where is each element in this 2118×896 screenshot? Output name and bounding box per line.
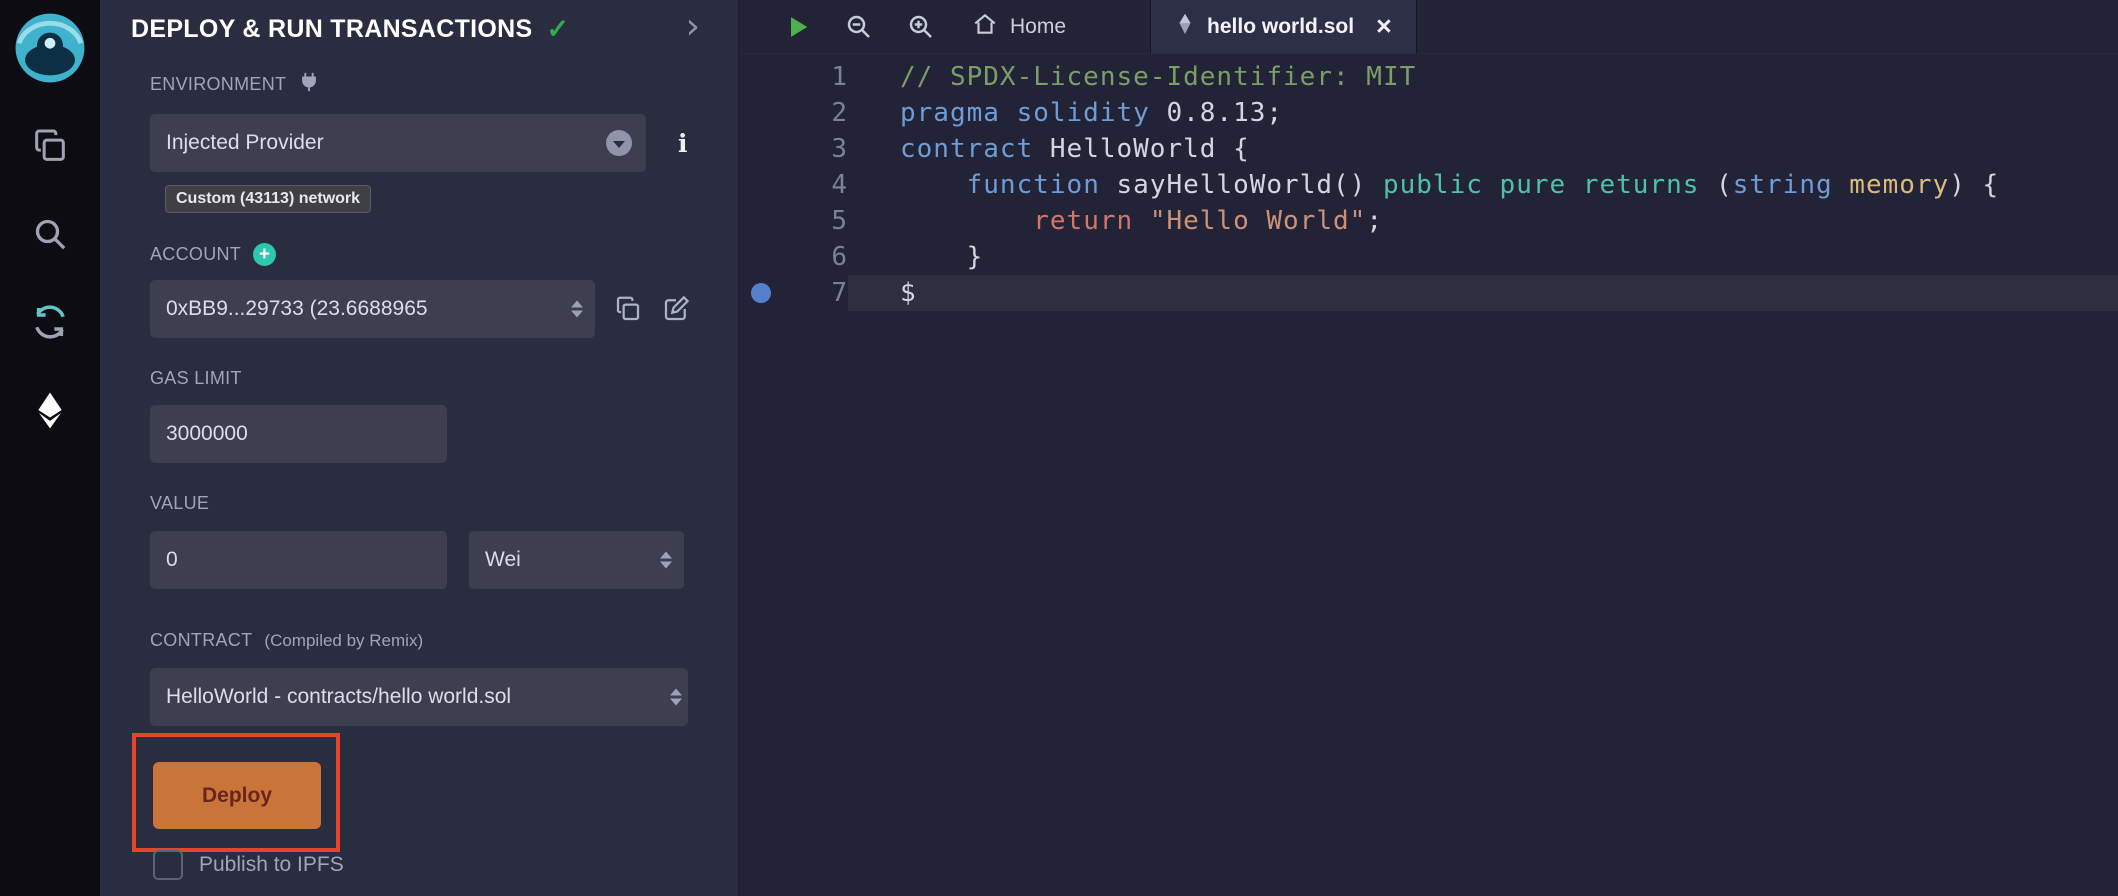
tab-file-label: hello world.sol [1207,15,1354,39]
value-input[interactable]: 0 [150,531,447,589]
plug-icon [298,71,320,98]
remix-logo-icon[interactable] [12,10,88,91]
select-stepper-icon [670,689,682,706]
code-text[interactable]: function sayHelloWorld() public pure ret… [848,167,2118,203]
panel-body: ENVIRONMENT Injected Provider i Custom [100,71,738,880]
line-number: 2 [774,95,848,131]
line-number: 6 [774,239,848,275]
account-label: ACCOUNT + [150,243,738,266]
icon-rail [0,0,100,896]
code-text[interactable]: $ [848,275,2118,311]
breakpoint-dot-icon[interactable] [751,283,771,303]
account-selected-value: 0xBB9...29733 (23.6688965 [166,297,428,321]
breakpoint-margin[interactable] [740,275,774,311]
breakpoint-margin[interactable] [740,131,774,167]
gas-limit-input[interactable]: 3000000 [150,405,447,463]
publish-ipfs-label: Publish to IPFS [199,853,344,877]
code-text[interactable]: } [848,239,2118,275]
tab-hello-world-sol[interactable]: hello world.sol × [1150,0,1417,54]
environment-label: ENVIRONMENT [150,71,738,98]
tutorial-highlight-box: Deploy [132,733,340,852]
code-text[interactable]: return "Hello World"; [848,203,2118,239]
panel-title: DEPLOY & RUN TRANSACTIONS [131,15,533,44]
line-number: 4 [774,167,848,203]
tab-home-label: Home [1010,15,1066,39]
copy-account-icon[interactable] [613,294,643,324]
deploy-run-icon[interactable] [29,389,71,431]
tab-home[interactable]: Home [972,11,1066,43]
info-icon[interactable]: i [678,129,688,158]
run-script-icon[interactable] [784,13,812,41]
contract-note: (Compiled by Remix) [264,631,423,651]
collapse-panel-chevron-icon[interactable]: › [686,6,700,47]
solidity-compiler-icon[interactable] [29,301,71,343]
line-number: 5 [774,203,848,239]
breakpoint-margin[interactable] [740,203,774,239]
contract-selected-value: HelloWorld - contracts/hello world.sol [166,685,511,709]
provider-circle-icon [606,130,632,156]
edit-account-icon[interactable] [661,294,691,324]
code-text[interactable]: contract HelloWorld { [848,131,2118,167]
editor-area: Home hello world.sol × 1// SPDX-License-… [740,0,2118,896]
breakpoint-margin[interactable] [740,59,774,95]
select-stepper-icon [571,301,583,318]
panel-header: DEPLOY & RUN TRANSACTIONS ✓ › [100,0,738,45]
environment-select[interactable]: Injected Provider [150,114,646,172]
deploy-button[interactable]: Deploy [153,762,321,829]
breakpoint-margin[interactable] [740,239,774,275]
gas-limit-label: GAS LIMIT [150,368,738,389]
remix-ide-window: DEPLOY & RUN TRANSACTIONS ✓ › ENVIRONMEN… [0,0,2118,896]
search-icon[interactable] [29,213,71,255]
account-select[interactable]: 0xBB9...29733 (23.6688965 [150,280,595,338]
value-label: VALUE [150,493,738,514]
code-line: 4 function sayHelloWorld() public pure r… [740,167,2118,203]
select-stepper-icon [660,552,672,569]
code-line: 2pragma solidity 0.8.13; [740,95,2118,131]
tab-bar: Home hello world.sol × [740,0,2118,54]
breakpoint-margin[interactable] [740,167,774,203]
code-editor[interactable]: 1// SPDX-License-Identifier: MIT2pragma … [740,54,2118,896]
line-number: 1 [774,59,848,95]
check-icon: ✓ [547,14,570,45]
network-badge: Custom (43113) network [165,185,371,213]
zoom-out-icon[interactable] [844,12,874,42]
close-icon[interactable]: × [1376,13,1392,40]
deploy-run-panel: DEPLOY & RUN TRANSACTIONS ✓ › ENVIRONMEN… [100,0,739,896]
value-amount: 0 [166,548,178,572]
contract-select[interactable]: HelloWorld - contracts/hello world.sol [150,668,688,726]
code-line: 1// SPDX-License-Identifier: MIT [740,59,2118,95]
code-line: 6 } [740,239,2118,275]
publish-ipfs-checkbox[interactable] [153,850,183,880]
code-line: 3contract HelloWorld { [740,131,2118,167]
editor-toolbar [740,12,936,42]
code-text[interactable]: pragma solidity 0.8.13; [848,95,2118,131]
breakpoint-margin[interactable] [740,95,774,131]
code-line: 7$ [740,275,2118,311]
line-number: 3 [774,131,848,167]
value-unit-select[interactable]: Wei [469,531,684,589]
solidity-file-icon [1175,13,1195,40]
code-lines: 1// SPDX-License-Identifier: MIT2pragma … [740,59,2118,311]
gas-limit-value: 3000000 [166,422,248,446]
code-text[interactable]: // SPDX-License-Identifier: MIT [848,59,2118,95]
code-line: 5 return "Hello World"; [740,203,2118,239]
zoom-in-icon[interactable] [906,12,936,42]
value-unit: Wei [485,548,521,572]
environment-selected-value: Injected Provider [166,131,324,155]
add-account-icon[interactable]: + [253,243,276,266]
contract-label: CONTRACT (Compiled by Remix) [150,630,738,651]
line-number: 7 [774,275,848,311]
home-icon [972,11,998,43]
file-explorer-icon[interactable] [29,125,71,167]
